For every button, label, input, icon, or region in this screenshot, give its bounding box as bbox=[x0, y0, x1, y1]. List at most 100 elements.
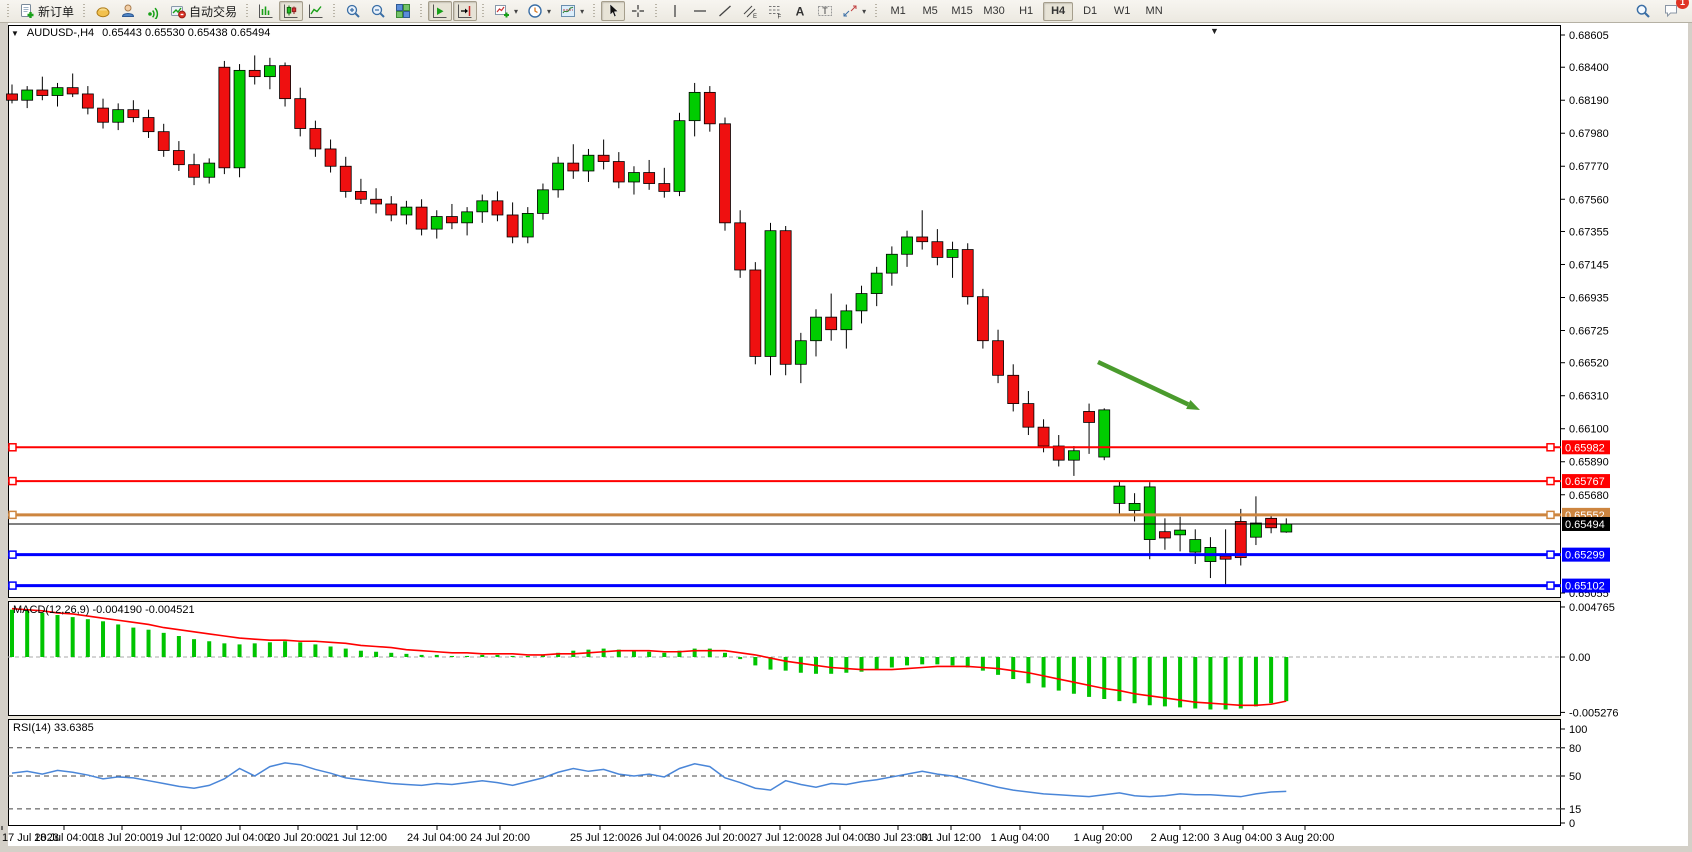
price-tick-label: 0.68190 bbox=[1569, 95, 1609, 107]
fibonacci-icon: F bbox=[767, 3, 783, 19]
auto-trading-label: 自动交易 bbox=[189, 3, 237, 20]
toolbar-grip bbox=[592, 4, 597, 19]
timeframe-button-M1[interactable]: M1 bbox=[883, 2, 913, 21]
timeframe-button-M30[interactable]: M30 bbox=[979, 2, 1009, 21]
horizontal-line-button[interactable] bbox=[688, 1, 712, 21]
template-icon bbox=[560, 3, 576, 19]
fibonacci-button[interactable]: F bbox=[763, 1, 787, 21]
time-tick-label: 1 Aug 20:00 bbox=[1074, 832, 1133, 844]
line-handle[interactable] bbox=[1547, 478, 1554, 485]
timeframe-button-MN[interactable]: MN bbox=[1139, 2, 1169, 21]
candle bbox=[249, 70, 260, 76]
auto-trading-icon bbox=[170, 3, 186, 19]
candlestick-chart-button[interactable] bbox=[279, 1, 303, 21]
line-price-tag-label: 0.65982 bbox=[1565, 442, 1605, 454]
line-handle[interactable] bbox=[1547, 444, 1554, 451]
chart-ohlc-values: 0.65443 0.65530 0.65438 0.65494 bbox=[102, 27, 270, 39]
arrows-button[interactable]: ▾ bbox=[838, 1, 870, 21]
tile-windows-button[interactable] bbox=[391, 1, 415, 21]
chart-window: 0.686050.684000.681900.679800.677700.675… bbox=[0, 23, 1692, 852]
new-order-button[interactable]: 新订单 bbox=[15, 1, 78, 21]
rsi-axis-label: 80 bbox=[1569, 743, 1581, 755]
candle bbox=[98, 108, 109, 122]
vertical-line-button[interactable] bbox=[663, 1, 687, 21]
timeframe-button-H1[interactable]: H1 bbox=[1011, 2, 1041, 21]
zoom-out-button[interactable] bbox=[366, 1, 390, 21]
periods-dropdown-arrow[interactable]: ▾ bbox=[547, 7, 551, 16]
text-label-button[interactable]: T bbox=[813, 1, 837, 21]
indicators-button[interactable]: ▾ bbox=[490, 1, 522, 21]
candle bbox=[568, 163, 579, 171]
indicators-dropdown-arrow[interactable]: ▾ bbox=[514, 7, 518, 16]
price-tick-label: 0.65680 bbox=[1569, 490, 1609, 502]
candle bbox=[189, 165, 200, 178]
trendline-button[interactable] bbox=[713, 1, 737, 21]
candle bbox=[659, 184, 670, 192]
equidistant-channel-button[interactable]: E bbox=[738, 1, 762, 21]
time-tick-label: 31 Jul 12:00 bbox=[921, 832, 981, 844]
timeframe-button-M5[interactable]: M5 bbox=[915, 2, 945, 21]
community-button[interactable] bbox=[116, 1, 140, 21]
svg-text:F: F bbox=[778, 15, 782, 20]
chart-symbol-title: AUDUSD-,H4 bbox=[27, 27, 94, 39]
timeframe-button-M15[interactable]: M15 bbox=[947, 2, 977, 21]
templates-button[interactable]: ▾ bbox=[556, 1, 588, 21]
candle bbox=[1084, 411, 1095, 422]
svg-text:E: E bbox=[753, 14, 757, 19]
line-handle[interactable] bbox=[9, 478, 16, 485]
time-tick-label: 20 Jul 20:00 bbox=[268, 832, 328, 844]
line-handle[interactable] bbox=[9, 444, 16, 451]
line-handle[interactable] bbox=[9, 551, 16, 558]
time-tick-label: 3 Aug 20:00 bbox=[1276, 832, 1335, 844]
auto-scroll-icon bbox=[432, 3, 448, 19]
current-price-tag-label: 0.65494 bbox=[1565, 519, 1605, 531]
crosshair-button[interactable] bbox=[626, 1, 650, 21]
time-tick-label: 30 Jul 23:00 bbox=[868, 832, 928, 844]
auto-trading-button[interactable]: 自动交易 bbox=[166, 1, 241, 21]
pane-separator[interactable] bbox=[8, 716, 1561, 719]
auto-scroll-button[interactable] bbox=[428, 1, 452, 21]
candle bbox=[462, 212, 473, 223]
time-tick-label: 1 Aug 04:00 bbox=[991, 832, 1050, 844]
profile-icon bbox=[120, 3, 136, 19]
time-tick-label: 20 Jul 04:00 bbox=[210, 832, 270, 844]
candle bbox=[37, 90, 48, 96]
timeframe-button-D1[interactable]: D1 bbox=[1075, 2, 1105, 21]
line-handle[interactable] bbox=[1547, 551, 1554, 558]
text-button[interactable]: A bbox=[788, 1, 812, 21]
search-button[interactable] bbox=[1631, 1, 1655, 21]
candle bbox=[204, 163, 215, 177]
candle bbox=[947, 250, 958, 258]
candle bbox=[856, 294, 867, 311]
line-handle[interactable] bbox=[9, 511, 16, 518]
market-watch-button[interactable] bbox=[91, 1, 115, 21]
templates-dropdown-arrow[interactable]: ▾ bbox=[580, 7, 584, 16]
bar-chart-button[interactable] bbox=[254, 1, 278, 21]
crosshair-icon bbox=[630, 3, 646, 19]
candle bbox=[1175, 530, 1186, 535]
pane-separator[interactable] bbox=[8, 598, 1561, 601]
periods-button[interactable]: ▾ bbox=[523, 1, 555, 21]
cursor-button[interactable] bbox=[601, 1, 625, 21]
signals-button[interactable] bbox=[141, 1, 165, 21]
candle bbox=[234, 70, 245, 167]
timeframe-button-H4[interactable]: H4 bbox=[1043, 2, 1073, 21]
arrows-dropdown-arrow[interactable]: ▾ bbox=[862, 7, 866, 16]
line-handle[interactable] bbox=[1547, 511, 1554, 518]
chart-shift-button[interactable] bbox=[453, 1, 477, 21]
candle bbox=[386, 204, 397, 215]
timeframe-button-W1[interactable]: W1 bbox=[1107, 2, 1137, 21]
chart-canvas[interactable]: 0.686050.684000.681900.679800.677700.675… bbox=[0, 23, 1692, 852]
candle bbox=[1235, 521, 1246, 557]
candle bbox=[1190, 540, 1201, 553]
candle bbox=[295, 99, 306, 129]
line-chart-button[interactable] bbox=[304, 1, 328, 21]
chart-shift-icon bbox=[457, 3, 473, 19]
chart-shift-marker[interactable]: ▼ bbox=[1210, 26, 1219, 36]
chart-menu-icon[interactable]: ▼ bbox=[11, 29, 19, 38]
line-handle[interactable] bbox=[9, 582, 16, 589]
zoom-in-button[interactable] bbox=[341, 1, 365, 21]
search-icon bbox=[1635, 3, 1651, 19]
candle bbox=[1038, 427, 1049, 446]
line-handle[interactable] bbox=[1547, 582, 1554, 589]
